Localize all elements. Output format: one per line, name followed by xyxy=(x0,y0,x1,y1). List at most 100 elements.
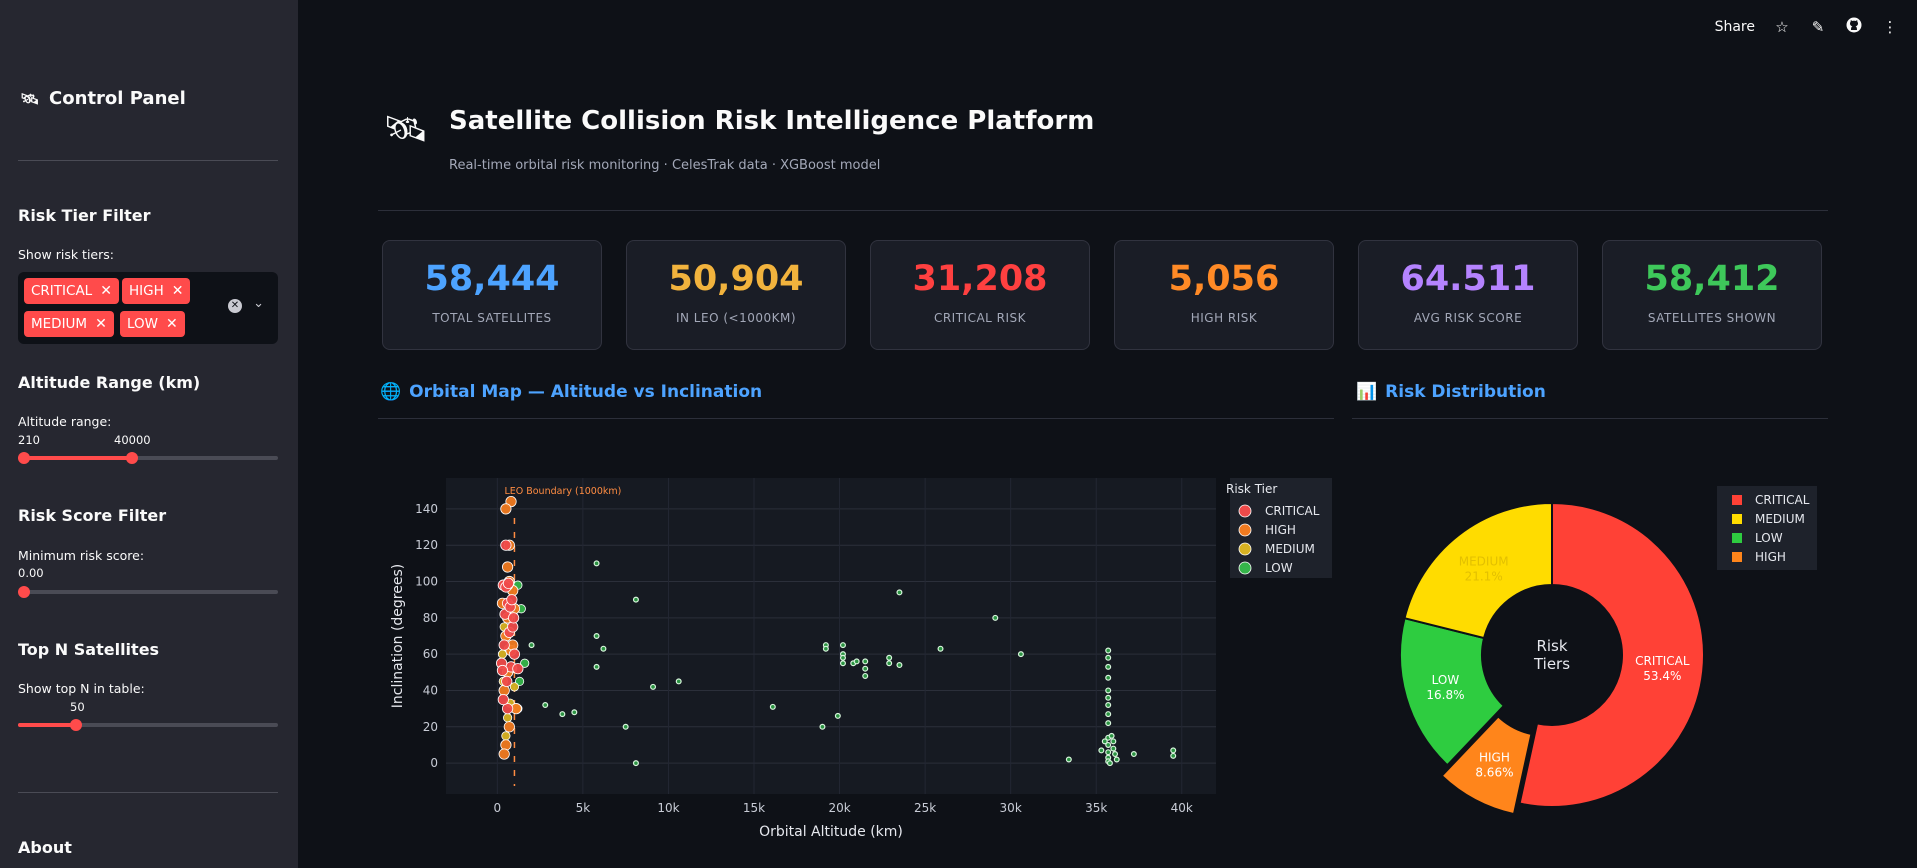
scatter-point-low[interactable] xyxy=(622,723,629,730)
scatter-point-low[interactable] xyxy=(1105,674,1112,681)
legend-label-medium[interactable]: MEDIUM xyxy=(1265,542,1315,556)
scatter-point-low[interactable] xyxy=(839,660,846,667)
edit-icon[interactable]: ✎ xyxy=(1809,18,1827,36)
legend-marker-critical[interactable] xyxy=(1238,504,1252,518)
scatter-point-low[interactable] xyxy=(853,658,860,665)
scatter-point-high[interactable] xyxy=(502,561,514,573)
scatter-point-low[interactable] xyxy=(559,711,566,718)
star-icon[interactable]: ☆ xyxy=(1773,18,1791,36)
legend-marker-medium[interactable] xyxy=(1238,542,1252,556)
legend-swatch-low[interactable] xyxy=(1732,533,1742,543)
scatter-point-critical[interactable] xyxy=(508,648,521,660)
scatter-point-low[interactable] xyxy=(839,642,846,649)
scatter-point-low[interactable] xyxy=(862,665,869,672)
chip-medium[interactable]: MEDIUM ✕ xyxy=(24,311,114,337)
legend-label-high[interactable]: HIGH xyxy=(1755,550,1786,564)
scatter-point-critical[interactable] xyxy=(498,639,510,651)
scatter-point-low[interactable] xyxy=(1101,738,1108,745)
top-n-handle[interactable] xyxy=(70,719,82,731)
scatter-point-low[interactable] xyxy=(819,723,826,730)
scatter-point-critical[interactable] xyxy=(496,664,509,677)
scatter-point-low[interactable] xyxy=(896,662,903,669)
scatter-point-low[interactable] xyxy=(632,760,639,767)
chevron-down-icon[interactable]: ⌄ xyxy=(253,296,264,311)
scatter-point-critical[interactable] xyxy=(497,693,509,706)
scatter-point-critical[interactable] xyxy=(512,663,524,675)
scatter-point-medium[interactable] xyxy=(501,731,511,741)
risk-tier-multiselect[interactable]: CRITICAL ✕ HIGH ✕ MEDIUM ✕ LOW ✕ ✕ ⌄ xyxy=(18,272,278,344)
altitude-min-handle[interactable] xyxy=(18,452,30,464)
scatter-point-low[interactable] xyxy=(992,614,999,621)
scatter-point-low[interactable] xyxy=(675,678,682,685)
risk-score-slider[interactable] xyxy=(18,586,278,598)
scatter-point-medium[interactable] xyxy=(497,649,508,659)
scatter-point-low[interactable] xyxy=(1065,756,1072,763)
more-menu-icon[interactable]: ⋮ xyxy=(1881,18,1899,36)
risk-score-handle[interactable] xyxy=(18,586,30,598)
scatter-point-critical[interactable] xyxy=(501,675,513,688)
share-button[interactable]: Share xyxy=(1715,19,1755,35)
scatter-point-low[interactable] xyxy=(650,683,657,690)
scatter-point-low[interactable] xyxy=(862,672,869,679)
scatter-point-high[interactable] xyxy=(500,503,512,515)
chip-close-icon[interactable]: ✕ xyxy=(172,283,184,299)
legend-marker-high[interactable] xyxy=(1238,523,1252,537)
scatter-point-low[interactable] xyxy=(528,642,535,649)
scatter-point-low[interactable] xyxy=(593,663,600,670)
scatter-point-high[interactable] xyxy=(498,748,510,760)
scatter-point-critical[interactable] xyxy=(500,539,512,551)
scatter-point-low[interactable] xyxy=(1170,752,1177,759)
scatter-point-low[interactable] xyxy=(1110,738,1117,745)
scatter-point-low[interactable] xyxy=(886,654,893,661)
scatter-point-low[interactable] xyxy=(862,658,869,665)
scatter-point-low[interactable] xyxy=(1105,654,1112,661)
scatter-point-low[interactable] xyxy=(1130,751,1137,758)
scatter-point-low[interactable] xyxy=(1105,711,1112,718)
scatter-point-low[interactable] xyxy=(834,712,841,719)
scatter-point-low[interactable] xyxy=(1105,694,1112,701)
scatter-point-medium[interactable] xyxy=(503,713,513,723)
legend-swatch-medium[interactable] xyxy=(1732,514,1742,524)
scatter-point-critical[interactable] xyxy=(507,612,520,624)
legend-swatch-high[interactable] xyxy=(1732,552,1742,562)
scatter-point-critical[interactable] xyxy=(506,594,518,606)
orbital-scatter-chart[interactable]: LEO Boundary (1000km) 0 20 40 60 80 100 120 140… xyxy=(378,470,1338,850)
legend-label-critical[interactable]: CRITICAL xyxy=(1755,493,1810,507)
scatter-point-low[interactable] xyxy=(1017,651,1024,658)
scatter-point-high[interactable] xyxy=(503,721,515,733)
scatter-point-low[interactable] xyxy=(571,709,578,716)
chip-critical[interactable]: CRITICAL ✕ xyxy=(24,278,119,304)
scatter-point-low[interactable] xyxy=(1098,747,1105,754)
scatter-point-low[interactable] xyxy=(542,702,549,709)
scatter-point-low[interactable] xyxy=(593,633,600,640)
scatter-point-low[interactable] xyxy=(1105,749,1112,756)
scatter-point-low[interactable] xyxy=(1110,745,1117,752)
scatter-point-low[interactable] xyxy=(1113,756,1120,763)
top-n-slider[interactable] xyxy=(18,719,278,731)
scatter-point-low[interactable] xyxy=(1105,720,1112,727)
legend-label-critical[interactable]: CRITICAL xyxy=(1265,504,1320,518)
risk-distribution-donut[interactable]: CRITICAL53.4%HIGH8.66%LOW16.8%MEDIUM21.1… xyxy=(1352,470,1828,850)
legend-swatch-critical[interactable] xyxy=(1732,495,1742,505)
legend-label-medium[interactable]: MEDIUM xyxy=(1755,512,1805,526)
scatter-point-low[interactable] xyxy=(1105,663,1112,670)
scatter-point-low[interactable] xyxy=(1112,751,1119,758)
chip-high[interactable]: HIGH ✕ xyxy=(122,278,191,304)
scatter-point-critical[interactable] xyxy=(502,577,515,589)
scatter-point-low[interactable] xyxy=(896,589,903,596)
chip-close-icon[interactable]: ✕ xyxy=(100,283,112,299)
legend-label-low[interactable]: LOW xyxy=(1265,561,1293,575)
altitude-max-handle[interactable] xyxy=(126,452,138,464)
scatter-point-low[interactable] xyxy=(593,560,600,567)
github-icon[interactable] xyxy=(1845,17,1863,37)
chip-close-icon[interactable]: ✕ xyxy=(95,316,107,332)
legend-marker-low[interactable] xyxy=(1238,561,1252,575)
scatter-point-low[interactable] xyxy=(600,645,607,652)
scatter-point-low[interactable] xyxy=(937,645,944,652)
legend-label-high[interactable]: HIGH xyxy=(1265,523,1296,537)
clear-all-icon[interactable]: ✕ xyxy=(228,299,242,313)
scatter-point-low[interactable] xyxy=(1105,702,1112,709)
legend-label-low[interactable]: LOW xyxy=(1755,531,1783,545)
scatter-point-low[interactable] xyxy=(1170,747,1177,754)
scatter-point-low[interactable] xyxy=(1105,687,1112,694)
